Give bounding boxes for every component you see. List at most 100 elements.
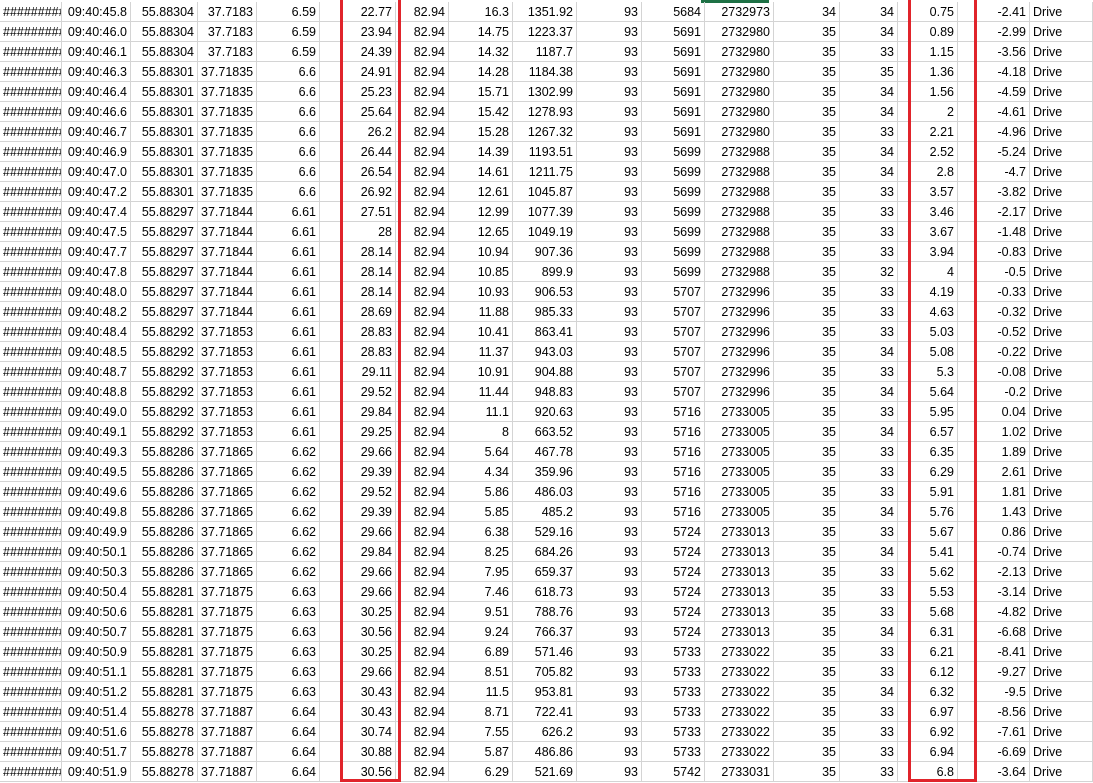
cell-counter[interactable]: 5716 (642, 462, 705, 482)
cell-value-b[interactable]: 82.94 (396, 242, 449, 262)
cell-counter[interactable]: 5724 (642, 542, 705, 562)
cell-odometer[interactable]: 2733022 (705, 702, 774, 722)
cell-altitude[interactable]: 6.61 (257, 422, 320, 442)
cell-param[interactable]: 93 (577, 102, 642, 122)
cell-date[interactable]: ######### (0, 402, 62, 422)
cell-param-d[interactable]: 33 (840, 742, 898, 762)
cell-date[interactable]: ######### (0, 542, 62, 562)
cell-latitude[interactable]: 55.88278 (131, 702, 198, 722)
cell-rpm[interactable]: 467.78 (513, 442, 577, 462)
cell-param[interactable]: 93 (577, 602, 642, 622)
cell-altitude[interactable]: 6.64 (257, 702, 320, 722)
cell-altitude[interactable]: 6.6 (257, 142, 320, 162)
cell-altitude[interactable]: 6.64 (257, 722, 320, 742)
cell-counter[interactable]: 5699 (642, 242, 705, 262)
cell-rpm[interactable]: 953.81 (513, 682, 577, 702)
cell-param-c[interactable]: 35 (774, 522, 840, 542)
cell-param-d[interactable]: 33 (840, 482, 898, 502)
cell-value-f[interactable]: -0.22 (958, 342, 1030, 362)
cell-odometer[interactable]: 2733022 (705, 742, 774, 762)
cell-counter[interactable]: 5691 (642, 42, 705, 62)
cell-rpm[interactable]: 863.41 (513, 322, 577, 342)
cell-rpm[interactable]: 1267.32 (513, 122, 577, 142)
cell-latitude[interactable]: 55.88297 (131, 282, 198, 302)
cell-longitude[interactable]: 37.71835 (198, 162, 257, 182)
cell-counter[interactable]: 5707 (642, 362, 705, 382)
cell-mode[interactable]: Drive (1030, 462, 1093, 482)
cell-rpm[interactable]: 1049.19 (513, 222, 577, 242)
cell-date[interactable]: ######### (0, 102, 62, 122)
cell-mode[interactable]: Drive (1030, 302, 1093, 322)
cell-longitude[interactable]: 37.71887 (198, 702, 257, 722)
cell-value-f[interactable]: -3.82 (958, 182, 1030, 202)
cell-time[interactable]: 09:40:48.0 (62, 282, 131, 302)
cell-counter[interactable]: 5691 (642, 62, 705, 82)
cell-value-f[interactable]: 1.89 (958, 442, 1030, 462)
cell-altitude[interactable]: 6.59 (257, 2, 320, 22)
cell-odometer[interactable]: 2733005 (705, 462, 774, 482)
cell-param-d[interactable]: 33 (840, 642, 898, 662)
cell-date[interactable]: ######### (0, 442, 62, 462)
cell-param[interactable]: 93 (577, 502, 642, 522)
cell-value-e[interactable]: 6.31 (898, 622, 958, 642)
cell-param[interactable]: 93 (577, 482, 642, 502)
cell-latitude[interactable]: 55.88292 (131, 342, 198, 362)
cell-value-b[interactable]: 82.94 (396, 522, 449, 542)
cell-time[interactable]: 09:40:46.7 (62, 122, 131, 142)
cell-time[interactable]: 09:40:48.8 (62, 382, 131, 402)
cell-speed[interactable]: 5.87 (449, 742, 513, 762)
cell-value-b[interactable]: 82.94 (396, 342, 449, 362)
cell-longitude[interactable]: 37.71835 (198, 62, 257, 82)
cell-param-d[interactable]: 34 (840, 82, 898, 102)
cell-param-c[interactable]: 35 (774, 222, 840, 242)
cell-value-e[interactable]: 1.56 (898, 82, 958, 102)
cell-latitude[interactable]: 55.88304 (131, 22, 198, 42)
cell-value-f[interactable]: -9.27 (958, 662, 1030, 682)
cell-value-a[interactable]: 30.43 (320, 702, 396, 722)
cell-param[interactable]: 93 (577, 702, 642, 722)
cell-odometer[interactable]: 2733013 (705, 562, 774, 582)
cell-counter[interactable]: 5733 (642, 722, 705, 742)
cell-value-f[interactable]: -6.68 (958, 622, 1030, 642)
cell-value-f[interactable]: -3.14 (958, 582, 1030, 602)
cell-time[interactable]: 09:40:48.2 (62, 302, 131, 322)
cell-time[interactable]: 09:40:47.7 (62, 242, 131, 262)
cell-time[interactable]: 09:40:51.6 (62, 722, 131, 742)
cell-value-f[interactable]: 1.43 (958, 502, 1030, 522)
cell-param-d[interactable]: 34 (840, 542, 898, 562)
cell-value-f[interactable]: -1.48 (958, 222, 1030, 242)
cell-latitude[interactable]: 55.88301 (131, 62, 198, 82)
cell-altitude[interactable]: 6.62 (257, 462, 320, 482)
cell-value-f[interactable]: -0.83 (958, 242, 1030, 262)
cell-value-b[interactable]: 82.94 (396, 562, 449, 582)
cell-altitude[interactable]: 6.63 (257, 682, 320, 702)
cell-longitude[interactable]: 37.71865 (198, 442, 257, 462)
cell-odometer[interactable]: 2733013 (705, 522, 774, 542)
cell-latitude[interactable]: 55.88281 (131, 642, 198, 662)
cell-longitude[interactable]: 37.71865 (198, 482, 257, 502)
cell-altitude[interactable]: 6.61 (257, 362, 320, 382)
cell-value-f[interactable]: -0.33 (958, 282, 1030, 302)
cell-counter[interactable]: 5724 (642, 622, 705, 642)
cell-value-b[interactable]: 82.94 (396, 602, 449, 622)
cell-value-a[interactable]: 25.23 (320, 82, 396, 102)
cell-latitude[interactable]: 55.88292 (131, 362, 198, 382)
cell-param[interactable]: 93 (577, 142, 642, 162)
cell-rpm[interactable]: 705.82 (513, 662, 577, 682)
cell-value-f[interactable]: -4.82 (958, 602, 1030, 622)
cell-value-e[interactable]: 6.8 (898, 762, 958, 782)
cell-param-d[interactable]: 34 (840, 142, 898, 162)
cell-mode[interactable]: Drive (1030, 182, 1093, 202)
cell-longitude[interactable]: 37.71875 (198, 682, 257, 702)
cell-altitude[interactable]: 6.62 (257, 562, 320, 582)
cell-param[interactable]: 93 (577, 442, 642, 462)
cell-rpm[interactable]: 766.37 (513, 622, 577, 642)
cell-value-b[interactable]: 82.94 (396, 722, 449, 742)
cell-longitude[interactable]: 37.71875 (198, 662, 257, 682)
cell-param[interactable]: 93 (577, 722, 642, 742)
cell-altitude[interactable]: 6.63 (257, 622, 320, 642)
cell-counter[interactable]: 5742 (642, 762, 705, 782)
cell-latitude[interactable]: 55.88301 (131, 142, 198, 162)
cell-value-b[interactable]: 82.94 (396, 502, 449, 522)
cell-date[interactable]: ######### (0, 182, 62, 202)
